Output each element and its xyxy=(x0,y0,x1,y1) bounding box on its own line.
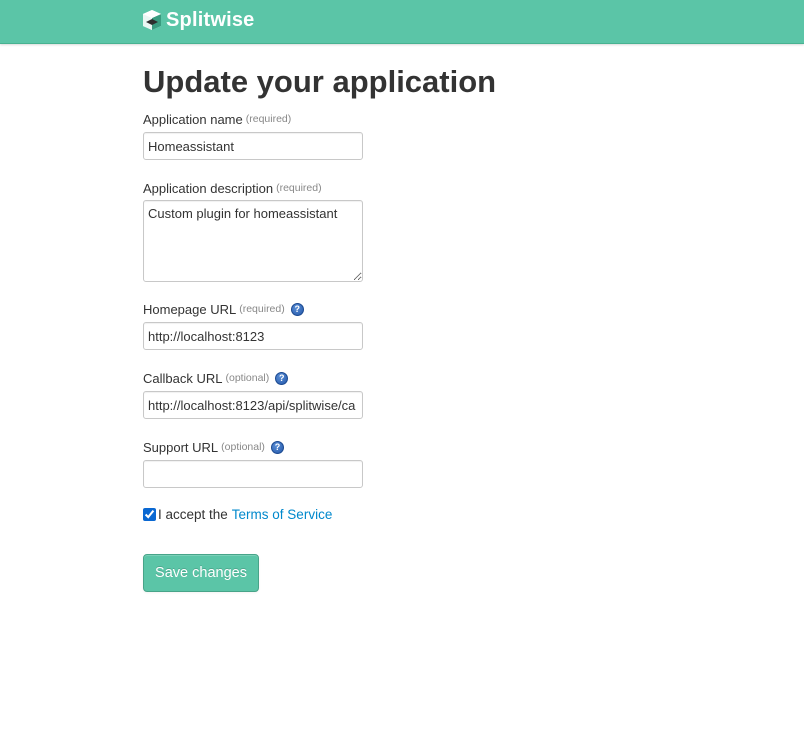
callback-url-field: Callback URL (optional) ? xyxy=(143,369,363,419)
brand-name: Splitwise xyxy=(166,8,255,31)
homepage-url-input[interactable] xyxy=(143,322,363,350)
support-url-label-row: Support URL (optional) ? xyxy=(143,438,363,456)
callback-url-optional-note: (optional) xyxy=(225,372,270,384)
brand-home-link[interactable]: Splitwise xyxy=(142,7,255,33)
app-description-textarea[interactable]: Custom plugin for homeassistant xyxy=(143,200,363,282)
homepage-url-label: Homepage URL xyxy=(143,301,237,317)
callback-url-input[interactable] xyxy=(143,391,363,419)
callback-url-label: Callback URL xyxy=(143,370,223,386)
support-url-optional-note: (optional) xyxy=(221,441,265,453)
main-content: Update your application Application name… xyxy=(143,60,643,592)
homepage-url-field: Homepage URL (required) ? xyxy=(143,300,363,350)
save-changes-button[interactable]: Save changes xyxy=(143,554,259,592)
splitwise-logo-icon xyxy=(143,10,161,30)
question-help-icon[interactable]: ? xyxy=(290,302,304,316)
app-description-label-row: Application description (required) xyxy=(143,179,363,197)
terms-of-service-link[interactable]: Terms of Service xyxy=(232,507,333,522)
question-help-icon[interactable]: ? xyxy=(275,371,289,385)
terms-prefix-text: I accept the xyxy=(158,507,228,522)
app-name-label: Application name xyxy=(143,111,243,127)
callback-url-label-row: Callback URL (optional) ? xyxy=(143,369,363,387)
app-name-required-note: (required) xyxy=(245,113,292,125)
support-url-input[interactable] xyxy=(143,460,363,488)
terms-row: I accept the Terms of Service xyxy=(143,507,332,522)
support-url-label: Support URL xyxy=(143,439,219,455)
app-description-required-note: (required) xyxy=(276,182,322,194)
homepage-url-label-row: Homepage URL (required) ? xyxy=(143,300,363,318)
app-description-field: Application description (required) Custo… xyxy=(143,179,363,282)
page-title: Update your application xyxy=(143,64,497,99)
support-url-field: Support URL (optional) ? xyxy=(143,438,363,488)
app-name-field: Application name (required) xyxy=(143,110,363,160)
question-help-icon[interactable]: ? xyxy=(270,440,284,454)
app-name-input[interactable] xyxy=(143,132,363,160)
top-nav-bar: Splitwise xyxy=(0,0,804,44)
homepage-url-required-note: (required) xyxy=(239,303,285,315)
app-name-label-row: Application name (required) xyxy=(143,110,363,128)
app-description-label: Application description xyxy=(143,180,274,196)
accept-terms-checkbox[interactable] xyxy=(143,508,156,521)
